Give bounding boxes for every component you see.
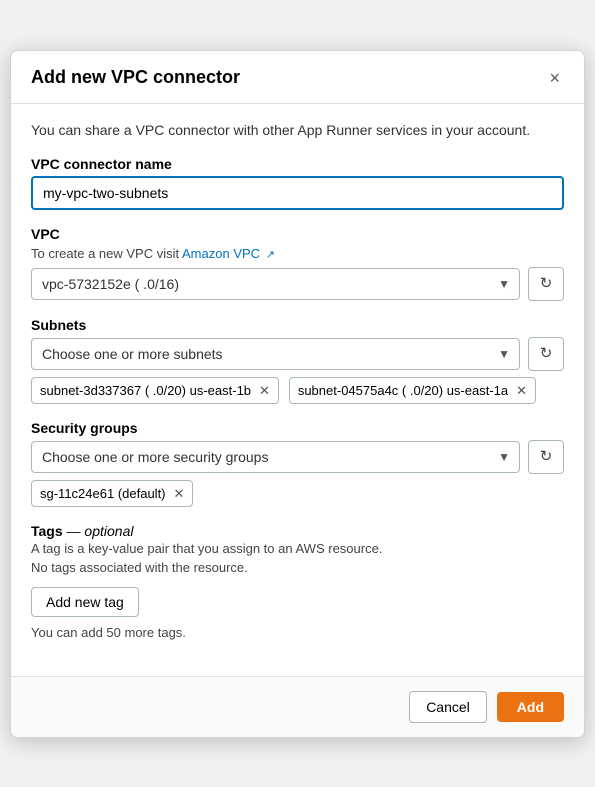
security-groups-dropdown-wrapper: Choose one or more security groups ▼ [31, 441, 520, 473]
vpc-refresh-icon: ↻ [540, 276, 553, 291]
vpc-dropdown-row: vpc-5732152e ( .0/16) ▼ ↻ [31, 267, 564, 301]
security-groups-select[interactable]: Choose one or more security groups [31, 441, 520, 473]
vpc-connector-name-input[interactable] [31, 176, 564, 210]
subnets-dropdown-wrapper: Choose one or more subnets ▼ [31, 338, 520, 370]
description-text: You can share a VPC connector with other… [31, 122, 564, 138]
modal-footer: Cancel Add [11, 676, 584, 737]
amazon-vpc-link[interactable]: Amazon VPC ↗ [182, 246, 275, 261]
vpc-connector-name-group: VPC connector name [31, 156, 564, 210]
vpc-sub-label-text: To create a new VPC visit [31, 246, 182, 261]
tags-description: A tag is a key-value pair that you assig… [31, 541, 564, 556]
add-button[interactable]: Add [497, 692, 564, 722]
no-tags-text: No tags associated with the resource. [31, 560, 564, 575]
sg-tag-item-0: sg-11c24e61 (default) ✕ [31, 480, 193, 507]
vpc-dropdown-wrapper: vpc-5732152e ( .0/16) ▼ [31, 268, 520, 300]
security-groups-label: Security groups [31, 420, 564, 436]
subnets-refresh-icon: ↻ [540, 346, 553, 361]
sg-tag-text-0: sg-11c24e61 (default) [40, 486, 166, 501]
vpc-refresh-button[interactable]: ↻ [528, 267, 564, 301]
security-groups-group: Security groups Choose one or more secur… [31, 420, 564, 507]
subnet-tag-text-0: subnet-3d337367 ( .0/20) us-east-1b [40, 383, 251, 398]
vpc-select[interactable]: vpc-5732152e ( .0/16) [31, 268, 520, 300]
subnets-refresh-button[interactable]: ↻ [528, 337, 564, 371]
subnets-tags-list: subnet-3d337367 ( .0/20) us-east-1b ✕ su… [31, 371, 564, 404]
tags-more-text: You can add 50 more tags. [31, 625, 564, 640]
security-groups-tags-list: sg-11c24e61 (default) ✕ [31, 474, 564, 507]
external-link-icon: ↗ [266, 249, 275, 261]
vpc-sub-label: To create a new VPC visit Amazon VPC ↗ [31, 246, 564, 261]
vpc-group: VPC To create a new VPC visit Amazon VPC… [31, 226, 564, 301]
vpc-connector-name-label: VPC connector name [31, 156, 564, 172]
close-button[interactable]: × [545, 67, 564, 89]
vpc-label: VPC [31, 226, 564, 242]
subnet-tag-item-0: subnet-3d337367 ( .0/20) us-east-1b ✕ [31, 377, 279, 404]
tags-group: Tags — optional A tag is a key-value pai… [31, 523, 564, 640]
subnet-tag-remove-0[interactable]: ✕ [259, 384, 270, 397]
subnets-label: Subnets [31, 317, 564, 333]
add-new-tag-button[interactable]: Add new tag [31, 587, 139, 617]
subnet-tag-text-1: subnet-04575a4c ( .0/20) us-east-1a [298, 383, 508, 398]
security-groups-refresh-button[interactable]: ↻ [528, 440, 564, 474]
sg-tag-remove-0[interactable]: ✕ [174, 487, 185, 500]
tags-optional-label: — optional [67, 523, 134, 539]
modal-header: Add new VPC connector × [11, 51, 584, 104]
tags-label: Tags — optional [31, 523, 564, 539]
subnet-tag-remove-1[interactable]: ✕ [516, 384, 527, 397]
security-groups-refresh-icon: ↻ [540, 449, 553, 464]
security-groups-dropdown-row: Choose one or more security groups ▼ ↻ [31, 440, 564, 474]
subnet-tag-item-1: subnet-04575a4c ( .0/20) us-east-1a ✕ [289, 377, 536, 404]
subnets-group: Subnets Choose one or more subnets ▼ ↻ s… [31, 317, 564, 404]
cancel-button[interactable]: Cancel [409, 691, 487, 723]
modal-body: You can share a VPC connector with other… [11, 104, 584, 676]
modal-title: Add new VPC connector [31, 67, 240, 88]
subnets-select[interactable]: Choose one or more subnets [31, 338, 520, 370]
subnets-dropdown-row: Choose one or more subnets ▼ ↻ [31, 337, 564, 371]
modal-container: Add new VPC connector × You can share a … [10, 50, 585, 738]
